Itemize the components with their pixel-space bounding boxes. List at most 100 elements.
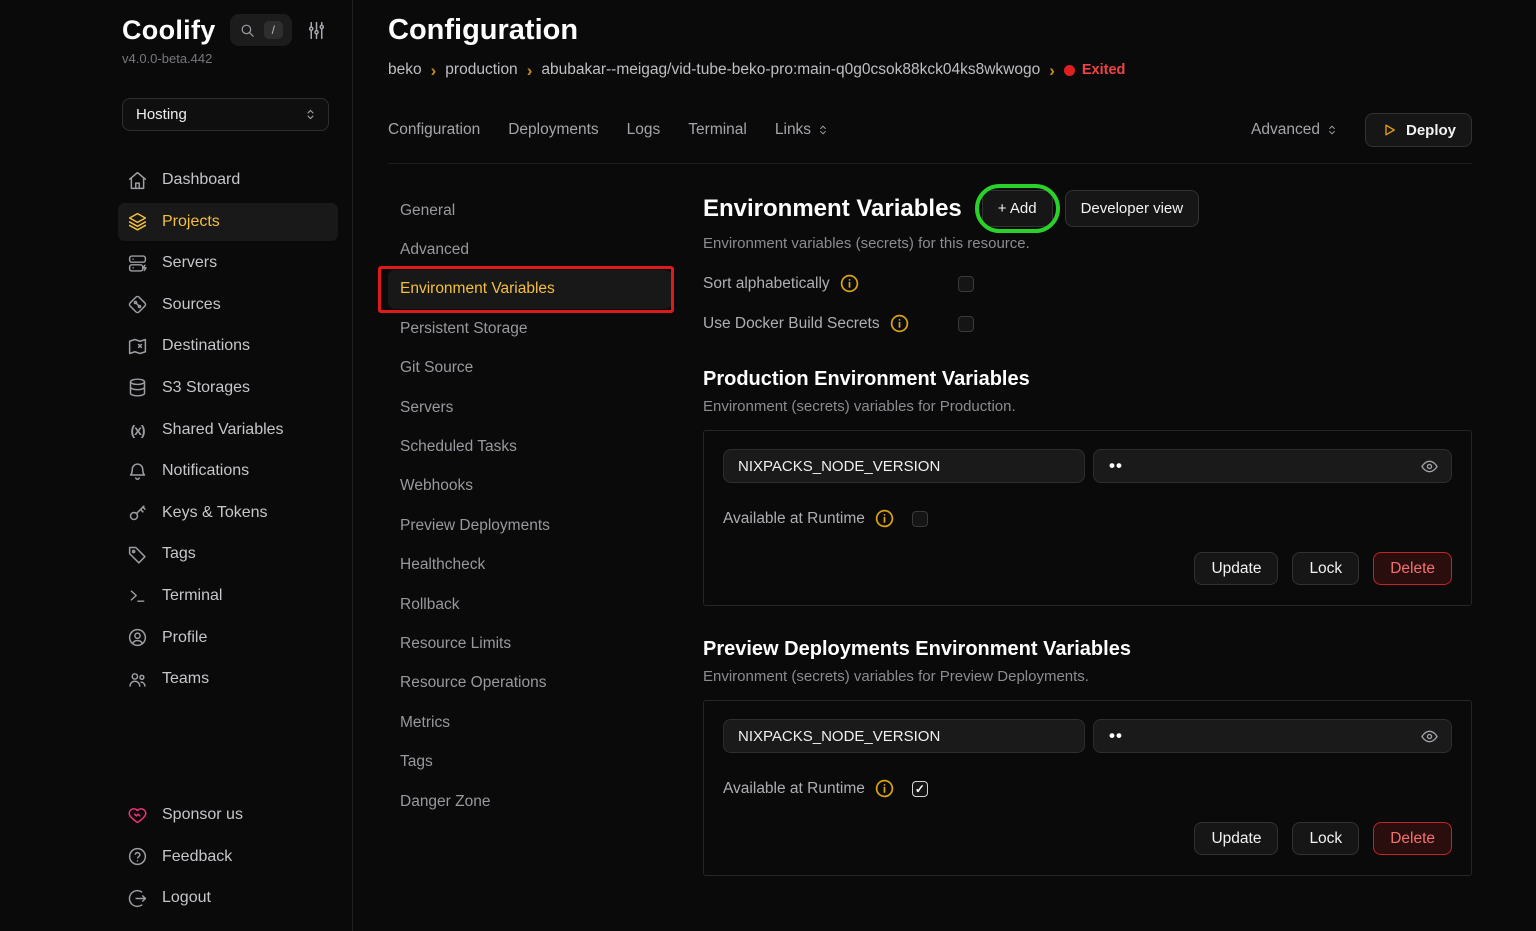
subnav-healthcheck[interactable]: Healthcheck (388, 546, 672, 585)
env-variable-value-field[interactable]: •• (1093, 719, 1452, 753)
production-section-title: Production Environment Variables (703, 368, 1472, 391)
config-subnav: General Advanced Environment Variables P… (388, 191, 672, 876)
variable-actions: Update Lock Delete (723, 552, 1452, 585)
env-variable-name-input[interactable] (723, 449, 1085, 483)
subnav-webhooks[interactable]: Webhooks (388, 467, 672, 506)
sliders-icon (306, 20, 327, 41)
subnav-label: Environment Variables (400, 280, 555, 298)
tab-logs[interactable]: Logs (627, 121, 661, 139)
team-select[interactable]: Hosting (122, 98, 329, 131)
bell-icon (127, 461, 148, 482)
sidebar-item-logout[interactable]: Logout (118, 879, 338, 917)
subnav-resource-operations[interactable]: Resource Operations (388, 664, 672, 703)
reveal-value-button[interactable] (1420, 457, 1439, 476)
shared-variables-icon: (x) (127, 422, 148, 438)
env-variable-name-input[interactable] (723, 719, 1085, 753)
update-button[interactable]: Update (1194, 822, 1278, 855)
sidebar-item-label: Keys & Tokens (162, 504, 268, 522)
update-button[interactable]: Update (1194, 552, 1278, 585)
subnav-danger-zone[interactable]: Danger Zone (388, 782, 672, 821)
sidebar-item-sources[interactable]: Sources (118, 286, 338, 324)
sort-alphabetically-checkbox[interactable] (958, 276, 974, 292)
lock-button[interactable]: Lock (1292, 822, 1359, 855)
sidebar-item-notifications[interactable]: Notifications (118, 452, 338, 490)
tab-links[interactable]: Links (775, 121, 830, 139)
subnav-preview-deployments[interactable]: Preview Deployments (388, 506, 672, 545)
delete-button[interactable]: Delete (1373, 552, 1452, 585)
sidebar-item-sponsor[interactable]: Sponsor us (118, 796, 338, 834)
developer-view-button[interactable]: Developer view (1065, 190, 1200, 227)
tab-links-label: Links (775, 121, 811, 139)
sidebar-item-label: S3 Storages (162, 379, 250, 397)
deploy-button[interactable]: Deploy (1365, 113, 1472, 147)
masked-value: •• (1109, 726, 1123, 746)
sidebar-item-teams[interactable]: Teams (118, 660, 338, 698)
users-icon (127, 669, 148, 690)
delete-button[interactable]: Delete (1373, 822, 1452, 855)
sidebar: Coolify / v4.0.0-beta.442 Hosting Dashbo… (0, 0, 353, 931)
available-at-runtime-checkbox[interactable]: ✓ (912, 781, 928, 797)
sidebar-nav: Dashboard Projects Servers Sources Desti… (118, 161, 338, 698)
search-button[interactable]: / (230, 14, 292, 46)
chevrons-up-down-icon (303, 107, 318, 122)
subnav-tags[interactable]: Tags (388, 742, 672, 781)
map-icon (127, 336, 148, 357)
sidebar-item-feedback[interactable]: Feedback (118, 838, 338, 876)
advanced-dropdown[interactable]: Advanced (1251, 121, 1339, 139)
sidebar-item-label: Logout (162, 889, 211, 907)
available-at-runtime-checkbox[interactable] (912, 511, 928, 527)
subnav-persistent-storage[interactable]: Persistent Storage (388, 309, 672, 348)
sidebar-item-dashboard[interactable]: Dashboard (118, 161, 338, 199)
sidebar-item-label: Destinations (162, 337, 250, 355)
sidebar-item-terminal[interactable]: Terminal (118, 577, 338, 615)
sidebar-item-keys-tokens[interactable]: Keys & Tokens (118, 494, 338, 532)
available-at-runtime-label: Available at Runtime (723, 780, 865, 798)
sidebar-item-projects[interactable]: Projects (118, 203, 338, 241)
subnav-metrics[interactable]: Metrics (388, 703, 672, 742)
sidebar-item-profile[interactable]: Profile (118, 619, 338, 657)
available-at-runtime-row: Available at Runtime ✓ (723, 778, 1452, 799)
env-variable-value-field[interactable]: •• (1093, 449, 1452, 483)
production-section-subtitle: Environment (secrets) variables for Prod… (703, 398, 1472, 415)
sidebar-item-label: Feedback (162, 848, 232, 866)
subnav-environment-variables[interactable]: Environment Variables (388, 270, 672, 309)
subnav-git-source[interactable]: Git Source (388, 349, 672, 388)
subnav-servers[interactable]: Servers (388, 388, 672, 427)
search-shortcut-key: / (264, 21, 283, 39)
available-at-runtime-label: Available at Runtime (723, 510, 865, 528)
subnav-rollback[interactable]: Rollback (388, 585, 672, 624)
info-icon (874, 508, 895, 529)
eye-icon (1420, 727, 1439, 746)
subnav-scheduled-tasks[interactable]: Scheduled Tasks (388, 427, 672, 466)
add-env-variable-button[interactable]: + Add (982, 190, 1053, 227)
breadcrumb-project[interactable]: beko (388, 61, 422, 79)
subnav-general[interactable]: General (388, 191, 672, 230)
reveal-value-button[interactable] (1420, 727, 1439, 746)
env-subtitle: Environment variables (secrets) for this… (703, 235, 1472, 252)
tab-deployments[interactable]: Deployments (508, 121, 598, 139)
sidebar-item-label: Shared Variables (162, 421, 284, 439)
database-icon (127, 377, 148, 398)
breadcrumb-separator-icon: › (527, 62, 533, 79)
tab-configuration[interactable]: Configuration (388, 121, 480, 139)
sidebar-item-destinations[interactable]: Destinations (118, 327, 338, 365)
subnav-resource-limits[interactable]: Resource Limits (388, 624, 672, 663)
settings-sliders-button[interactable] (306, 20, 327, 41)
chevrons-up-down-icon (1325, 123, 1339, 137)
sidebar-item-label: Teams (162, 670, 209, 688)
subnav-advanced[interactable]: Advanced (388, 230, 672, 269)
tab-terminal[interactable]: Terminal (688, 121, 747, 139)
sidebar-item-shared-variables[interactable]: (x) Shared Variables (118, 411, 338, 449)
sidebar-item-tags[interactable]: Tags (118, 535, 338, 573)
breadcrumb-resource[interactable]: abubakar--meigag/vid-tube-beko-pro:main-… (541, 61, 1040, 79)
git-source-icon (127, 294, 148, 315)
check-icon: ✓ (915, 783, 925, 795)
sidebar-item-servers[interactable]: Servers (118, 244, 338, 282)
lock-button[interactable]: Lock (1292, 552, 1359, 585)
sidebar-item-label: Sources (162, 296, 221, 314)
sidebar-item-label: Servers (162, 254, 217, 272)
docker-build-secrets-checkbox[interactable] (958, 316, 974, 332)
app-root: Coolify / v4.0.0-beta.442 Hosting Dashbo… (0, 0, 1536, 931)
sidebar-item-s3-storages[interactable]: S3 Storages (118, 369, 338, 407)
breadcrumb-environment[interactable]: production (445, 61, 517, 79)
